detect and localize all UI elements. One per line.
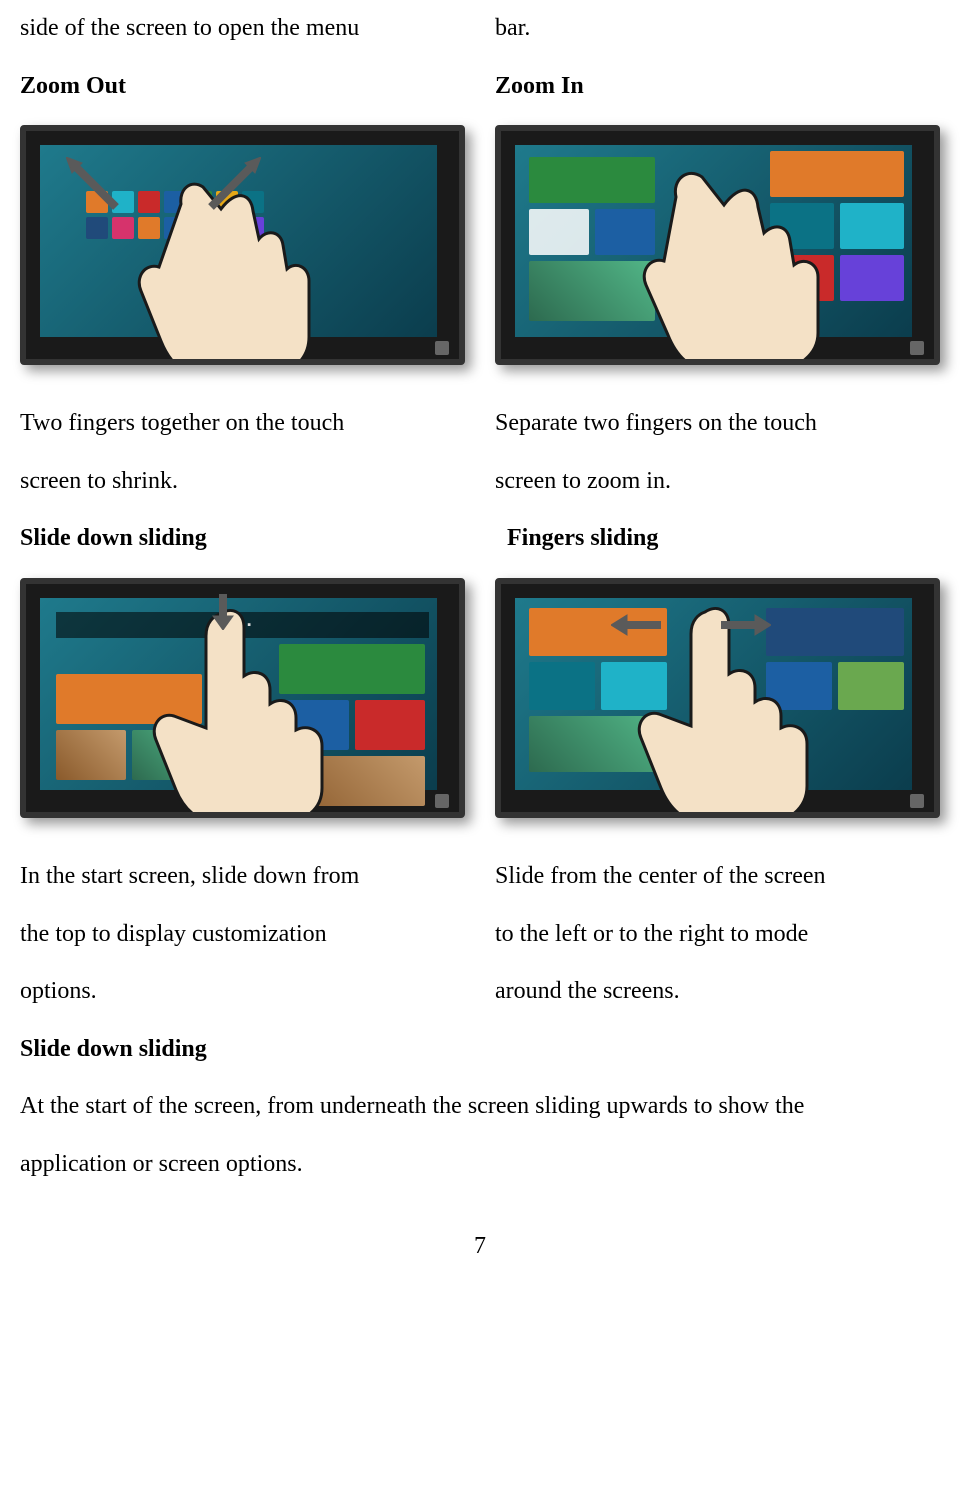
zoom-out-illustration [20,125,465,365]
slide-down-title: Slide down sliding [20,525,207,551]
fingers-sliding-desc-line1: Slide from the center of the screen [495,863,826,889]
fingers-sliding-desc-line3: around the screens. [495,978,680,1004]
zoom-in-desc-line1: Separate two fingers on the touch [495,410,817,436]
zoom-out-title: Zoom Out [20,73,126,99]
section1-images [20,115,940,395]
section1-titles: Zoom Out Zoom In [20,58,940,116]
zoom-in-illustration [495,125,940,365]
zoom-in-title: Zoom In [495,73,584,99]
zoom-in-desc-line2: screen to zoom in. [495,468,671,494]
slide-down-desc-line1: In the start screen, slide down from [20,863,359,889]
header-left-text: side of the screen to open the menu [20,15,359,41]
windows-key-icon [435,794,449,808]
slide-down-sliding-2-title: Slide down sliding [20,1036,207,1062]
fingers-sliding-title: Fingers sliding [507,525,658,551]
section3-title-row: Slide down sliding [20,1021,940,1079]
zoom-out-desc-line1: Two fingers together on the touch [20,410,344,436]
slide-down-desc-line3: options. [20,978,97,1004]
section2-titles: Slide down sliding Fingers sliding [20,510,940,568]
section2-images: ▪ ▪ ▪ [20,568,940,848]
page-number: 7 [474,1233,486,1259]
header-row: side of the screen to open the menu bar. [20,0,940,58]
fingers-sliding-desc-line2: to the left or to the right to mode [495,921,808,947]
windows-key-icon [910,341,924,355]
windows-key-icon [435,341,449,355]
section2-desc: In the start screen, slide down from the… [20,848,940,1021]
section3-desc-line2: application or screen options. [20,1151,303,1177]
windows-key-icon [910,794,924,808]
header-right-text: bar. [495,15,530,41]
section3-desc-line1: At the start of the screen, from underne… [20,1093,804,1119]
slide-down-desc-line2: the top to display customization [20,921,327,947]
section1-desc: Two fingers together on the touch screen… [20,395,940,510]
document-page: side of the screen to open the menu bar.… [0,0,960,1298]
slide-down-illustration: ▪ ▪ ▪ [20,578,465,818]
fingers-sliding-illustration [495,578,940,818]
zoom-out-desc-line2: screen to shrink. [20,468,178,494]
